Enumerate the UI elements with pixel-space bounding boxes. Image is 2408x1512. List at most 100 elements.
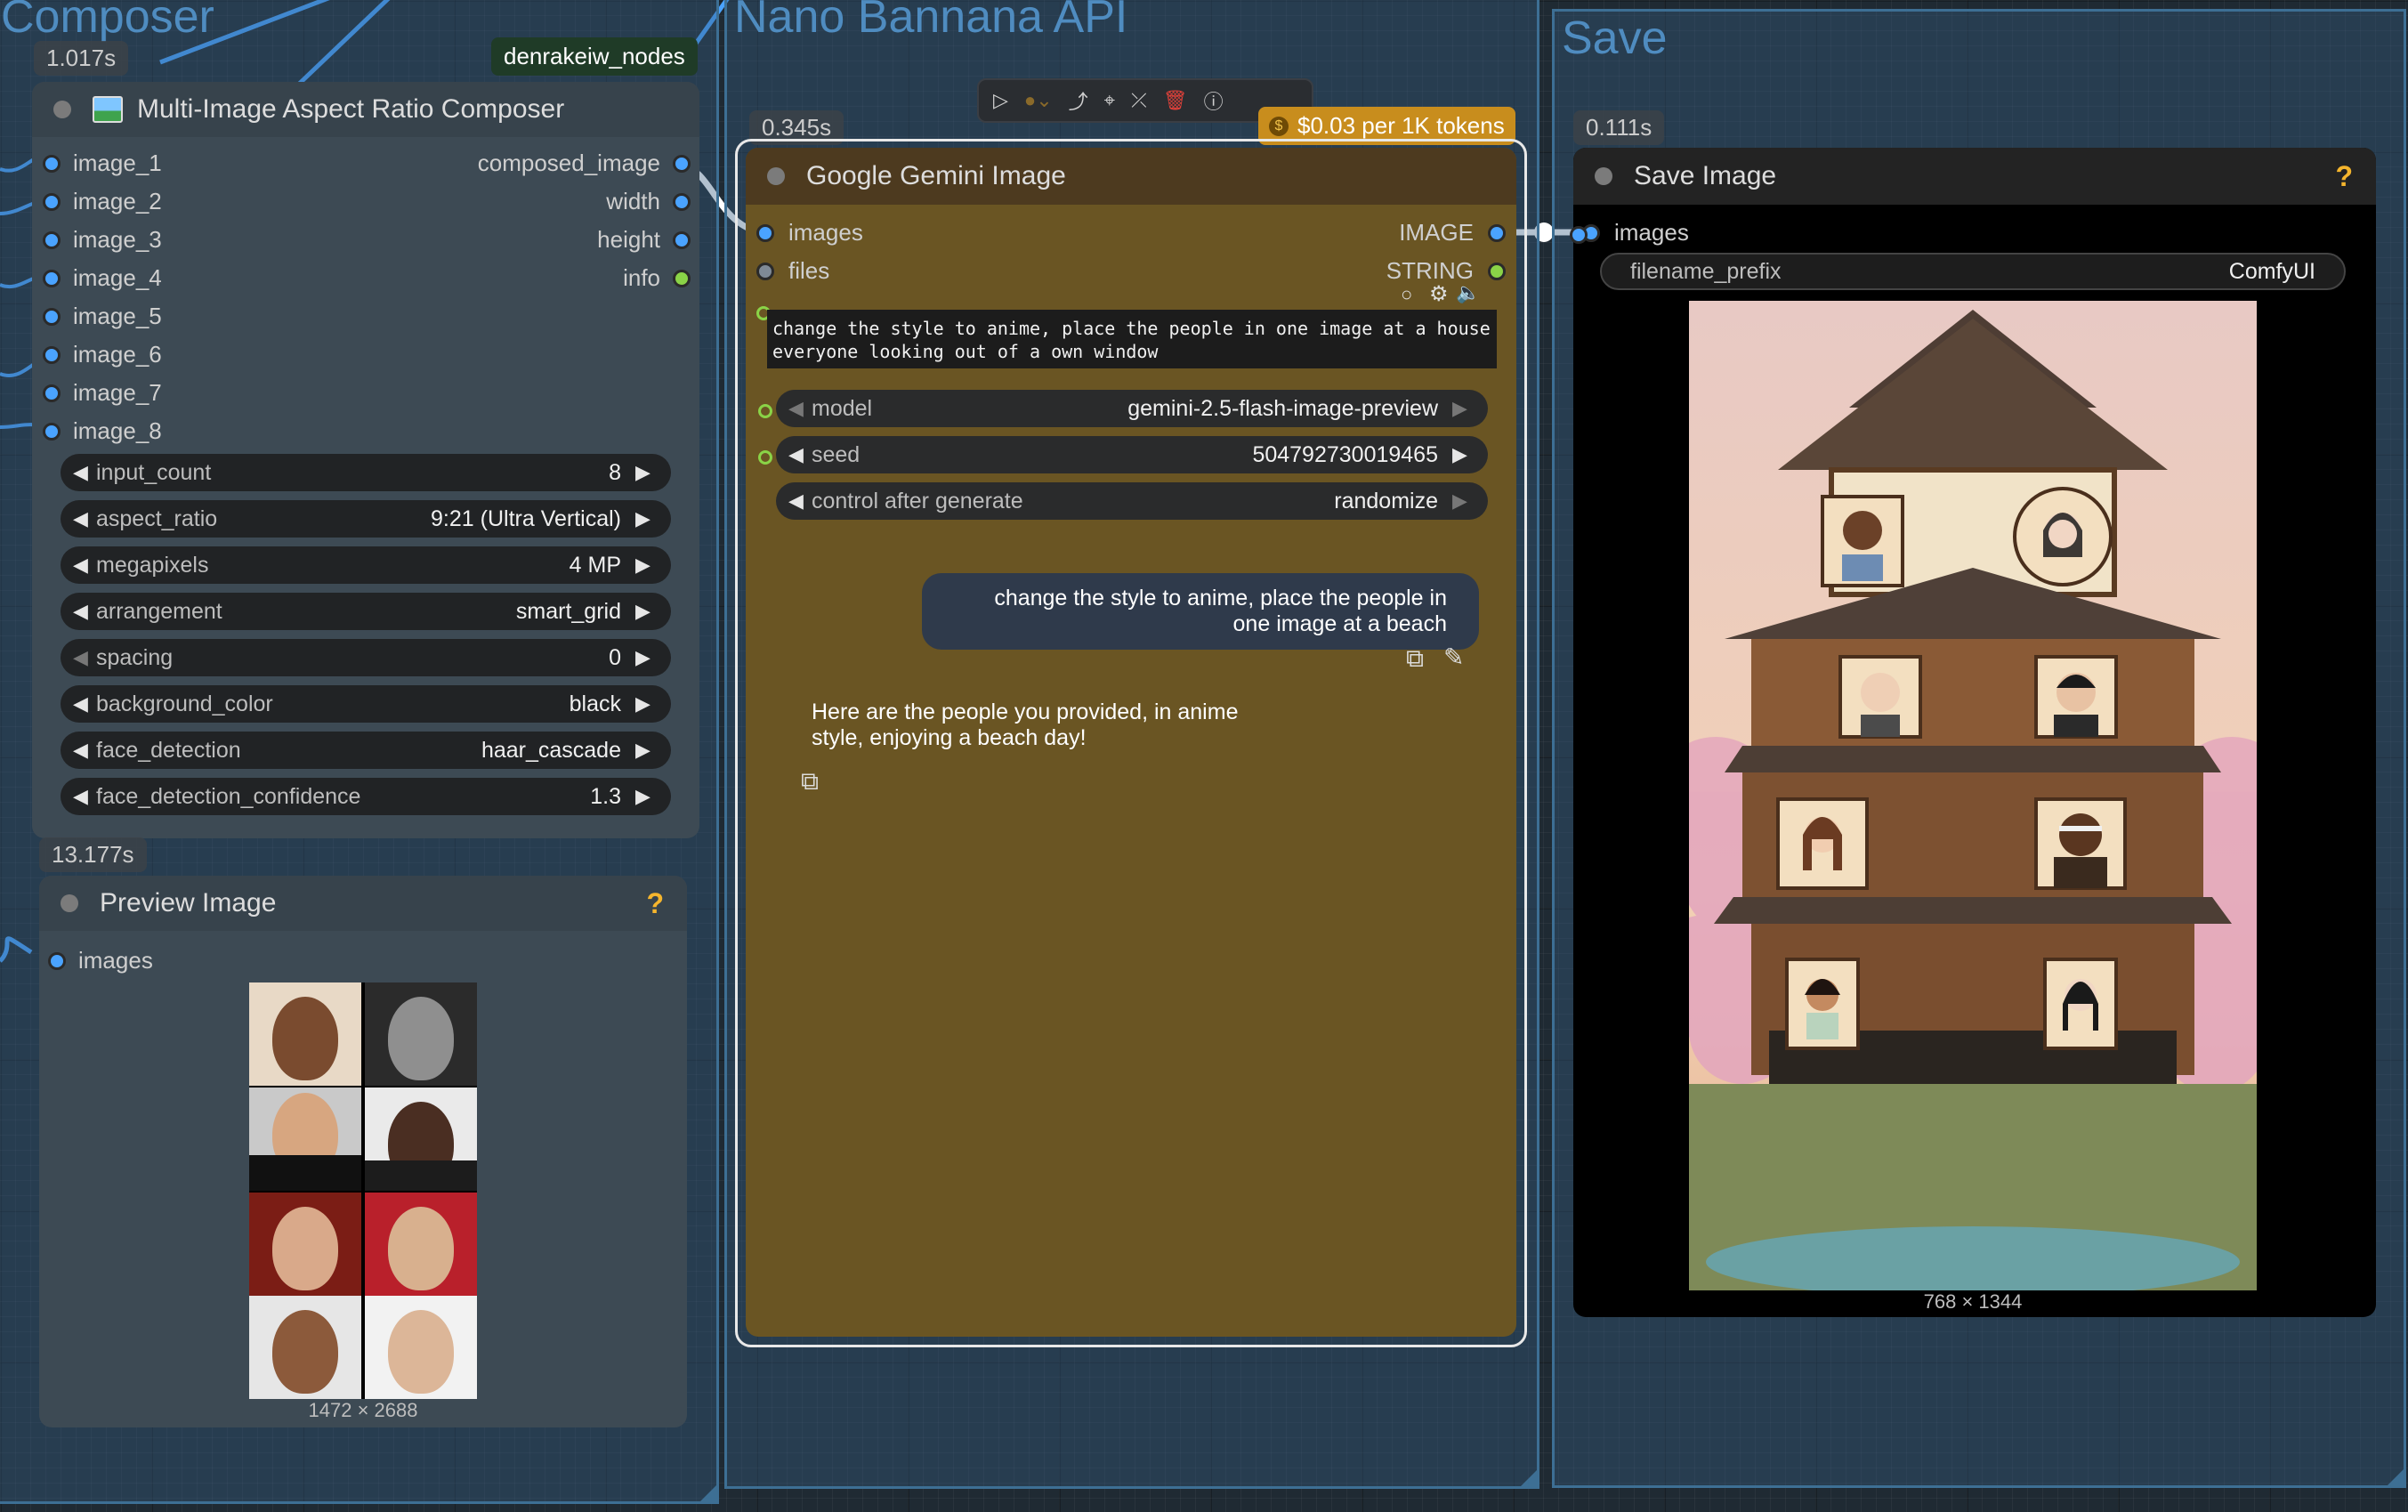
output-slot[interactable]: composed_image xyxy=(478,150,691,177)
run-icon[interactable]: ▷ xyxy=(993,89,1008,112)
gear-icon[interactable]: ⚙ xyxy=(1429,281,1449,307)
decrement-arrow-icon[interactable]: ◀ xyxy=(73,600,96,623)
node-header[interactable]: Preview Image ? xyxy=(39,876,687,931)
node-title: Save Image xyxy=(1634,161,1777,190)
resize-handle[interactable] xyxy=(1521,1470,1537,1486)
collapse-toggle[interactable] xyxy=(61,894,78,912)
execution-time: 13.177s xyxy=(39,837,147,872)
decrement-arrow-icon[interactable]: ◀ xyxy=(73,507,96,530)
widget-input-count[interactable]: ◀ input_count 8 ▶ xyxy=(61,454,671,491)
increment-arrow-icon[interactable]: ▶ xyxy=(635,739,659,762)
increment-arrow-icon[interactable]: ▶ xyxy=(1452,397,1475,420)
collapse-toggle[interactable] xyxy=(767,167,785,185)
image-icon xyxy=(93,96,123,123)
input-slot[interactable]: image_1 xyxy=(43,150,162,177)
input-slot[interactable]: files xyxy=(756,257,829,285)
image-dimensions: 768 × 1344 xyxy=(1923,1290,2023,1313)
node-header[interactable]: Multi-Image Aspect Ratio Composer xyxy=(32,82,699,137)
increment-arrow-icon[interactable]: ▶ xyxy=(1452,443,1475,466)
image-dimensions: 1472 × 2688 xyxy=(308,1399,418,1421)
help-icon[interactable]: ? xyxy=(2335,160,2353,193)
preview-image[interactable] xyxy=(249,982,477,1399)
gemini-image-node[interactable]: Google Gemini Image images files IMAGE S… xyxy=(746,148,1516,1337)
group-title: Save xyxy=(1562,12,1668,64)
prompt-textarea[interactable]: change the style to anime, place the peo… xyxy=(767,310,1497,368)
speaker-icon[interactable]: 🔈 xyxy=(1456,281,1480,304)
decrement-arrow-icon[interactable]: ◀ xyxy=(73,554,96,577)
decrement-arrow-icon[interactable]: ◀ xyxy=(73,692,96,716)
input-slot[interactable]: image_2 xyxy=(43,188,162,215)
widget-input-dot[interactable] xyxy=(758,450,772,465)
increment-arrow-icon[interactable]: ▶ xyxy=(635,600,659,623)
output-slot[interactable]: width xyxy=(606,188,691,215)
decrement-arrow-icon[interactable]: ◀ xyxy=(73,646,96,669)
node-title: Preview Image xyxy=(100,888,277,918)
copy-icon[interactable]: ⧉ xyxy=(1406,644,1424,674)
node-header[interactable]: Save Image ? xyxy=(1573,148,2376,205)
widget-face-detection-confidence[interactable]: ◀ face_detection_confidence 1.3 ▶ xyxy=(61,778,671,815)
group-title: Composer xyxy=(1,0,214,43)
node-title: Multi-Image Aspect Ratio Composer xyxy=(137,94,565,124)
output-slot[interactable]: IMAGE xyxy=(1399,219,1506,247)
widget-model[interactable]: ◀ model gemini-2.5-flash-image-preview ▶ xyxy=(776,390,1488,427)
widget-seed[interactable]: ◀ seed 504792730019465 ▶ xyxy=(776,436,1488,473)
help-icon[interactable]: ? xyxy=(646,887,664,920)
node-title: Google Gemini Image xyxy=(806,161,1066,190)
input-slot[interactable]: images xyxy=(1582,219,1689,247)
chat-user-message: change the style to anime, place the peo… xyxy=(922,573,1479,650)
collapse-toggle[interactable] xyxy=(1595,167,1612,185)
widget-spacing[interactable]: ◀ spacing 0 ▶ xyxy=(61,639,671,676)
decrement-arrow-icon[interactable]: ◀ xyxy=(73,739,96,762)
widget-control-after-generate[interactable]: ◀ control after generate randomize ▶ xyxy=(776,482,1488,520)
input-slot[interactable]: image_4 xyxy=(43,264,162,292)
bypass-icon[interactable]: ⤴ xyxy=(1069,86,1088,115)
increment-arrow-icon[interactable]: ▶ xyxy=(635,554,659,577)
input-slot[interactable]: image_8 xyxy=(43,417,162,445)
input-slot[interactable]: image_3 xyxy=(43,226,162,254)
widget-filename-prefix[interactable]: filename_prefix ComfyUI xyxy=(1600,253,2346,290)
decrement-arrow-icon[interactable]: ◀ xyxy=(788,489,812,513)
save-image-node[interactable]: Save Image ? images filename_prefix Comfy… xyxy=(1573,148,2376,1317)
widget-aspect-ratio[interactable]: ◀ aspect_ratio 9:21 (Ultra Vertical) ▶ xyxy=(61,500,671,538)
preview-image-node[interactable]: Preview Image ? images 1472 × 2688 xyxy=(39,876,687,1427)
link-endpoint xyxy=(1570,226,1588,244)
circle-icon[interactable]: ○ xyxy=(1401,283,1412,306)
widget-input-dot[interactable] xyxy=(758,404,772,418)
input-slot[interactable]: image_6 xyxy=(43,341,162,368)
group-title: Nano Bannana API xyxy=(734,0,1128,43)
resize-handle[interactable] xyxy=(700,1485,716,1501)
execution-time: 1.017s xyxy=(34,41,129,76)
widget-face-detection[interactable]: ◀ face_detection haar_cascade ▶ xyxy=(61,732,671,769)
pin-icon[interactable]: ⌖ xyxy=(1104,89,1115,112)
decrement-arrow-icon[interactable]: ◀ xyxy=(788,443,812,466)
increment-arrow-icon[interactable]: ▶ xyxy=(1452,489,1475,513)
input-slot[interactable]: images xyxy=(756,219,863,247)
input-slot[interactable]: image_5 xyxy=(43,303,162,330)
edit-icon[interactable]: ✎ xyxy=(1443,643,1464,672)
widget-megapixels[interactable]: ◀ megapixels 4 MP ▶ xyxy=(61,546,671,584)
color-picker-icon[interactable]: ●⌄ xyxy=(1024,89,1053,112)
composer-node[interactable]: Multi-Image Aspect Ratio Composer image_… xyxy=(32,82,699,838)
widget-background-color[interactable]: ◀ background_color black ▶ xyxy=(61,685,671,723)
input-slot[interactable]: image_7 xyxy=(43,379,162,407)
increment-arrow-icon[interactable]: ▶ xyxy=(635,785,659,808)
output-image[interactable] xyxy=(1689,301,2257,1290)
output-slot[interactable]: height xyxy=(597,226,691,254)
resize-handle[interactable] xyxy=(2388,1469,2404,1485)
output-slot[interactable]: info xyxy=(623,264,691,292)
delete-icon[interactable]: 🗑 xyxy=(1163,89,1188,112)
increment-arrow-icon[interactable]: ▶ xyxy=(635,507,659,530)
collapse-icon[interactable]: ⤫ xyxy=(1131,89,1147,112)
node-header[interactable]: Google Gemini Image xyxy=(746,148,1516,205)
widget-arrangement[interactable]: ◀ arrangement smart_grid ▶ xyxy=(61,593,671,630)
decrement-arrow-icon[interactable]: ◀ xyxy=(73,785,96,808)
help-icon[interactable]: ⓘ xyxy=(1204,86,1224,115)
increment-arrow-icon[interactable]: ▶ xyxy=(635,646,659,669)
increment-arrow-icon[interactable]: ▶ xyxy=(635,461,659,484)
decrement-arrow-icon[interactable]: ◀ xyxy=(73,461,96,484)
input-slot[interactable]: images xyxy=(48,947,153,974)
copy-icon[interactable]: ⧉ xyxy=(801,767,819,796)
collapse-toggle[interactable] xyxy=(53,101,71,118)
increment-arrow-icon[interactable]: ▶ xyxy=(635,692,659,716)
decrement-arrow-icon[interactable]: ◀ xyxy=(788,397,812,420)
